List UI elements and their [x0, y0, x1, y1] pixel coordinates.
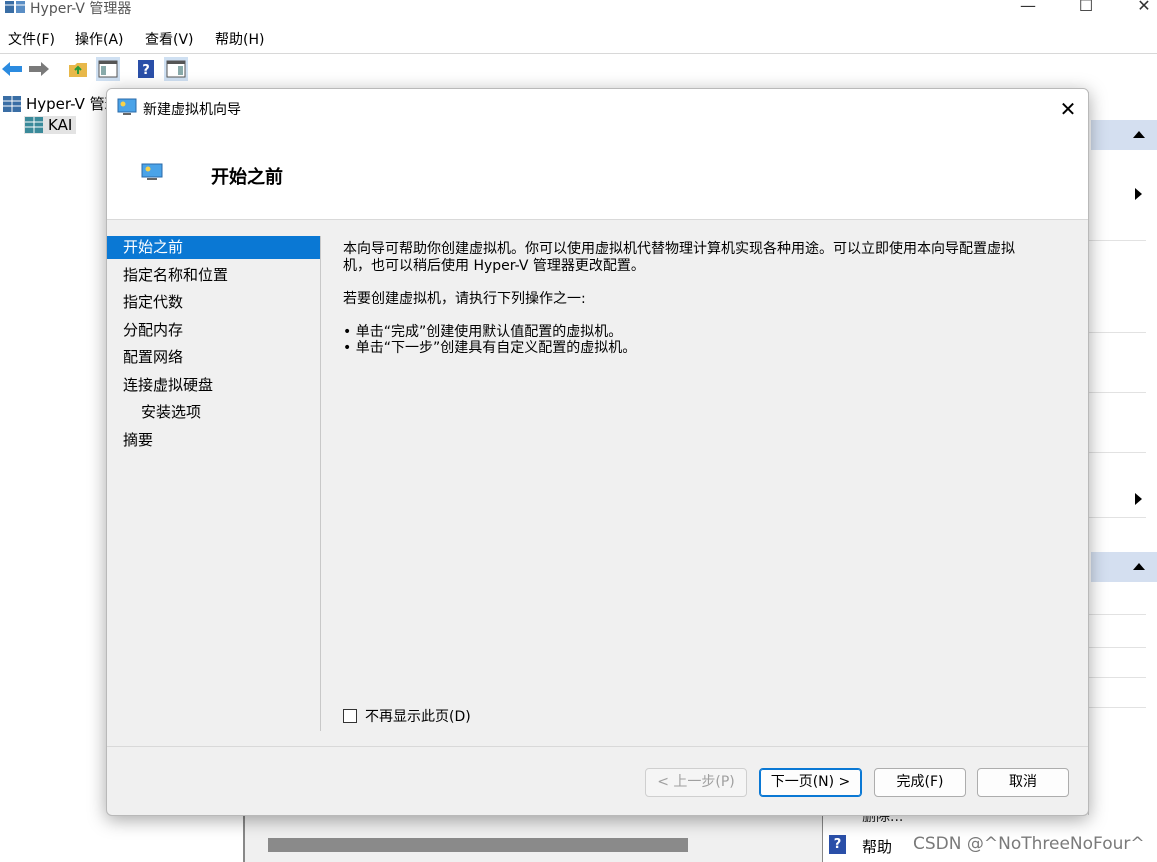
nav-item-generation[interactable]: 指定代数 — [107, 291, 320, 314]
action-pane-icon[interactable] — [164, 57, 188, 81]
horizontal-scrollbar-thumb[interactable] — [268, 838, 688, 852]
divider — [1089, 707, 1146, 708]
menu-action[interactable]: 操作(A) — [75, 29, 124, 49]
wizard-nav: 开始之前 指定名称和位置 指定代数 分配内存 配置网络 连接虚拟硬盘 安装选项 … — [107, 236, 321, 731]
dialog-titlebar: 新建虚拟机向导 ✕ — [107, 89, 1088, 129]
menu-help[interactable]: 帮助(H) — [215, 29, 264, 49]
nav-item-network[interactable]: 配置网络 — [107, 346, 320, 369]
finish-button[interactable]: 完成(F) — [874, 768, 966, 797]
server-icon — [25, 117, 43, 133]
intro-text-line1: 本向导可帮助你创建虚拟机。你可以使用虚拟机代替物理计算机实现各种用途。可以立即使… — [343, 241, 1015, 257]
divider — [1089, 452, 1146, 453]
monitor-icon — [141, 163, 163, 180]
nav-item-install-options[interactable]: 安装选项 — [107, 401, 320, 424]
submenu-arrow-icon[interactable] — [1135, 188, 1142, 200]
nav-item-virtual-disk[interactable]: 连接虚拟硬盘 — [107, 374, 320, 397]
menu-view[interactable]: 查看(V) — [145, 29, 194, 49]
maximize-button[interactable]: ☐ — [1066, 0, 1106, 16]
dont-show-again-label[interactable]: 不再显示此页(D) — [365, 706, 471, 726]
bullet-finish: • 单击“完成”创建使用默认值配置的虚拟机。 — [343, 324, 623, 340]
help-icon[interactable]: ? — [134, 57, 158, 81]
divider — [1089, 240, 1146, 241]
actions-header-top[interactable] — [1091, 120, 1157, 150]
intro-text-line2: 机，也可以稍后使用 Hyper-V 管理器更改配置。 — [343, 258, 645, 274]
divider — [1089, 517, 1146, 518]
divider — [1089, 614, 1146, 615]
dont-show-again-checkbox[interactable] — [343, 709, 357, 723]
bullet-next: • 单击“下一步”创建具有自定义配置的虚拟机。 — [343, 340, 637, 356]
window-close-button[interactable]: ✕ — [1124, 0, 1157, 16]
actions-pane — [1088, 92, 1157, 862]
console-tree-icon[interactable] — [96, 57, 120, 81]
tree-item-label: KAI — [48, 116, 73, 134]
hyper-v-server-icon — [3, 95, 21, 112]
toolbar: ? — [0, 53, 1157, 83]
submenu-arrow-icon[interactable] — [1135, 493, 1142, 505]
nav-item-before-you-begin[interactable]: 开始之前 — [107, 236, 320, 259]
new-vm-wizard-dialog: 新建虚拟机向导 ✕ 开始之前 开始之前 指定名称和位置 指定代数 分配内存 配置… — [106, 88, 1089, 816]
cancel-button[interactable]: 取消 — [977, 768, 1069, 797]
back-arrow-icon[interactable] — [0, 57, 24, 81]
forward-arrow-icon[interactable] — [27, 57, 51, 81]
svg-text:?: ? — [142, 63, 150, 78]
monitor-icon — [117, 98, 137, 115]
window-titlebar: Hyper-V 管理器 — ☐ ✕ — [0, 0, 1157, 24]
minimize-button[interactable]: — — [1008, 0, 1048, 16]
collapse-up-icon — [1133, 563, 1145, 570]
dialog-close-button[interactable]: ✕ — [1054, 95, 1082, 123]
help-icon: ? — [829, 835, 846, 854]
tree-root-hyperv[interactable]: Hyper-V 管理 — [2, 93, 120, 114]
divider — [1089, 332, 1146, 333]
menu-file[interactable]: 文件(F) — [8, 29, 55, 49]
nav-item-name-location[interactable]: 指定名称和位置 — [107, 264, 320, 287]
instruction-text: 若要创建虚拟机，请执行下列操作之一: — [343, 291, 586, 307]
nav-item-summary[interactable]: 摘要 — [107, 429, 320, 452]
hyper-v-app-icon — [5, 1, 25, 13]
dont-show-again-row[interactable]: 不再显示此页(D) — [343, 706, 471, 726]
divider — [1089, 392, 1146, 393]
console-tree: Hyper-V 管理 KAI — [0, 88, 120, 862]
actions-header-bottom[interactable] — [1091, 552, 1157, 582]
divider — [1089, 647, 1146, 648]
nav-item-memory[interactable]: 分配内存 — [107, 319, 320, 342]
wizard-page-title: 开始之前 — [211, 167, 283, 188]
divider — [1089, 677, 1146, 678]
watermark: CSDN @^NoThreeNoFour^ — [913, 834, 1145, 854]
previous-button[interactable]: < 上一步(P) — [645, 768, 747, 797]
tree-item-kai[interactable]: KAI — [24, 116, 77, 134]
app-title: Hyper-V 管理器 — [30, 1, 132, 17]
folder-up-icon[interactable] — [66, 57, 90, 81]
collapse-up-icon — [1133, 131, 1145, 138]
help-action[interactable]: 帮助 — [862, 836, 892, 857]
menu-bar: 文件(F) 操作(A) 查看(V) 帮助(H) — [0, 27, 1157, 51]
next-button[interactable]: 下一页(N) > — [759, 768, 862, 797]
footer-divider — [107, 746, 1088, 747]
wizard-header: 开始之前 — [107, 129, 1088, 220]
dialog-title: 新建虚拟机向导 — [143, 102, 241, 118]
